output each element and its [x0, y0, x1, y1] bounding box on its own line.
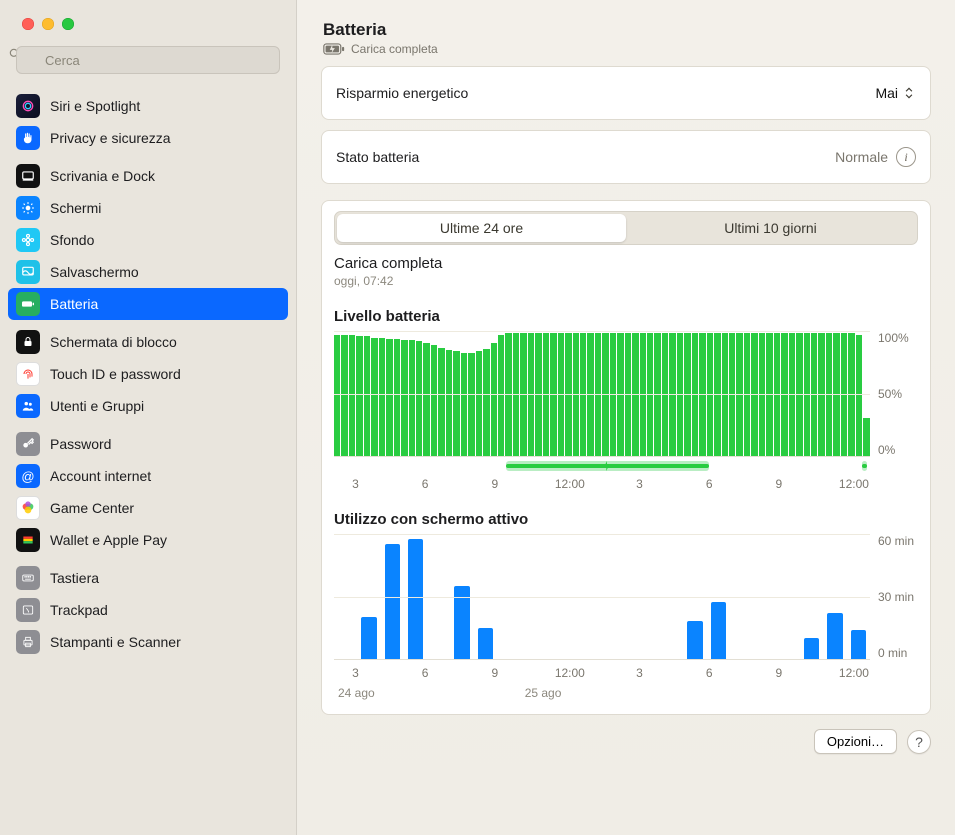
bolt-icon [601, 460, 613, 475]
sidebar-item-desktop-dock[interactable]: Scrivania e Dock [8, 160, 288, 192]
battery-icon [16, 292, 40, 316]
battery-level-yaxis: 100% 50% 0% [870, 331, 918, 457]
key-icon [16, 432, 40, 456]
sidebar: Siri e Spotlight Privacy e sicurezza Scr… [0, 0, 297, 835]
health-value: Normale [835, 149, 888, 165]
sidebar-item-label: Salvaschermo [50, 264, 139, 280]
footer: Opzioni… ? [321, 729, 931, 754]
low-power-panel: Risparmio energetico Mai [321, 66, 931, 120]
battery-level-xaxis: 3 6 9 12:00 3 6 9 12:00 [334, 477, 870, 493]
page-title: Batteria [323, 20, 931, 40]
screen-usage-chart: 3 6 9 12:00 3 6 9 12:00 24 ago 25 ago 60… [334, 534, 918, 700]
battery-level-title: Livello batteria [334, 308, 918, 325]
sidebar-item-label: Touch ID e password [50, 366, 181, 382]
sidebar-item-trackpad[interactable]: Trackpad [8, 594, 288, 626]
sidebar-item-label: Sfondo [50, 232, 94, 248]
sidebar-item-touchid[interactable]: Touch ID e password [8, 358, 288, 390]
chevron-up-down-icon [902, 86, 916, 100]
fingerprint-icon [16, 362, 40, 386]
sidebar-item-siri[interactable]: Siri e Spotlight [8, 90, 288, 122]
sidebar-item-label: Batteria [50, 296, 98, 312]
help-button[interactable]: ? [907, 730, 931, 754]
zoom-window-button[interactable] [62, 18, 74, 30]
window-controls [0, 0, 296, 40]
flower-icon [16, 228, 40, 252]
sidebar-list: Siri e Spotlight Privacy e sicurezza Scr… [0, 84, 296, 835]
sidebar-item-wallpaper[interactable]: Sfondo [8, 224, 288, 256]
battery-health-panel: Stato batteria Normale i [321, 130, 931, 184]
sidebar-item-screensaver[interactable]: Salvaschermo [8, 256, 288, 288]
siri-icon [16, 94, 40, 118]
screen-usage-xaxis: 3 6 9 12:00 3 6 9 12:00 [334, 666, 870, 682]
sidebar-item-label: Scrivania e Dock [50, 168, 155, 184]
charge-status-row: Carica completa [323, 42, 931, 56]
sidebar-item-label: Password [50, 436, 111, 452]
low-power-value: Mai [875, 85, 898, 101]
dock-icon [16, 164, 40, 188]
printer-icon [16, 630, 40, 654]
sidebar-item-lockscreen[interactable]: Schermata di blocco [8, 326, 288, 358]
last-full-charge-time: oggi, 07:42 [334, 274, 918, 288]
minimize-window-button[interactable] [42, 18, 54, 30]
main-header: Batteria Carica completa [321, 16, 931, 66]
search-field-wrap [0, 40, 296, 84]
sidebar-item-displays[interactable]: Schermi [8, 192, 288, 224]
sidebar-item-label: Utenti e Gruppi [50, 398, 144, 414]
sidebar-item-label: Privacy e sicurezza [50, 130, 171, 146]
segment-10d[interactable]: Ultimi 10 giorni [626, 214, 915, 242]
at-icon: @ [16, 464, 40, 488]
sidebar-item-label: Schermi [50, 200, 101, 216]
sidebar-item-gamecenter[interactable]: Game Center [8, 492, 288, 524]
time-range-segmented: Ultime 24 ore Ultimi 10 giorni [334, 211, 918, 245]
lock-icon [16, 330, 40, 354]
sidebar-item-label: Schermata di blocco [50, 334, 177, 350]
sidebar-item-label: Tastiera [50, 570, 99, 586]
info-icon[interactable]: i [896, 147, 916, 167]
charging-indicator [334, 461, 870, 471]
sidebar-item-label: Stampanti e Scanner [50, 634, 181, 650]
screen-usage-title: Utilizzo con schermo attivo [334, 511, 918, 528]
sidebar-item-label: Wallet e Apple Pay [50, 532, 167, 548]
options-button[interactable]: Opzioni… [814, 729, 897, 754]
charts-panel: Ultime 24 ore Ultimi 10 giorni Carica co… [321, 200, 931, 715]
segment-24h[interactable]: Ultime 24 ore [337, 214, 626, 242]
sidebar-item-label: Trackpad [50, 602, 108, 618]
sidebar-item-battery[interactable]: Batteria [8, 288, 288, 320]
sidebar-item-passwords[interactable]: Password [8, 428, 288, 460]
low-power-label: Risparmio energetico [336, 85, 468, 101]
charge-status-text: Carica completa [351, 42, 438, 56]
main-content: Batteria Carica completa Risparmio energ… [297, 0, 955, 835]
sidebar-item-users[interactable]: Utenti e Gruppi [8, 390, 288, 422]
sidebar-item-internet-accounts[interactable]: @ Account internet [8, 460, 288, 492]
sidebar-item-keyboard[interactable]: Tastiera [8, 562, 288, 594]
gamecenter-icon [16, 496, 40, 520]
sidebar-item-label: Siri e Spotlight [50, 98, 140, 114]
users-icon [16, 394, 40, 418]
sidebar-item-privacy[interactable]: Privacy e sicurezza [8, 122, 288, 154]
low-power-popup[interactable]: Mai [875, 85, 916, 101]
last-full-charge-title: Carica completa [334, 255, 918, 272]
battery-status-icon [323, 43, 345, 55]
sidebar-item-printers[interactable]: Stampanti e Scanner [8, 626, 288, 658]
sidebar-item-wallet[interactable]: Wallet e Apple Pay [8, 524, 288, 556]
close-window-button[interactable] [22, 18, 34, 30]
search-input[interactable] [16, 46, 280, 74]
sidebar-item-label: Account internet [50, 468, 151, 484]
keyboard-icon [16, 566, 40, 590]
sidebar-item-label: Game Center [50, 500, 134, 516]
health-label: Stato batteria [336, 149, 419, 165]
screen-usage-yaxis: 60 min 30 min 0 min [870, 534, 918, 660]
wallet-icon [16, 528, 40, 552]
screen-usage-dates: 24 ago 25 ago [334, 686, 870, 700]
screensaver-icon [16, 260, 40, 284]
brightness-icon [16, 196, 40, 220]
battery-level-chart: 3 6 9 12:00 3 6 9 12:00 100% 50% 0% [334, 331, 918, 493]
hand-icon [16, 126, 40, 150]
trackpad-icon [16, 598, 40, 622]
